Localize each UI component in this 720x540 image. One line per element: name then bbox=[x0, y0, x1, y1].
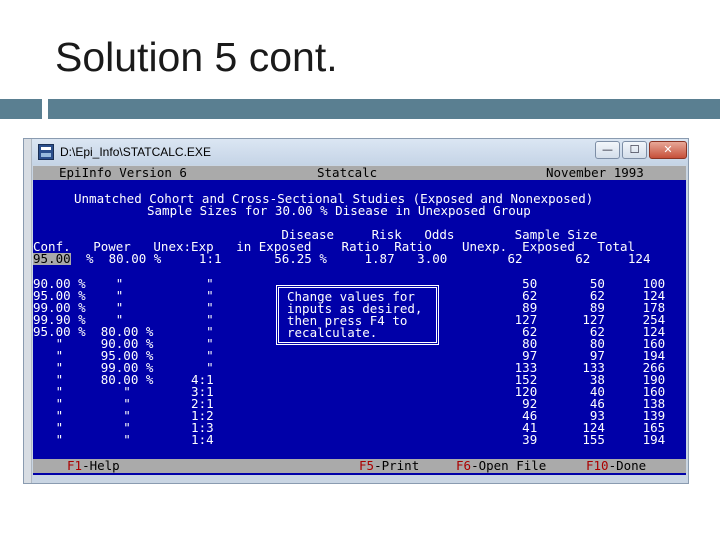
slide-title: Solution 5 cont. bbox=[55, 34, 338, 80]
message-line: recalculate. bbox=[287, 325, 378, 340]
help-key[interactable]: F1-Help bbox=[67, 458, 120, 473]
window-titlebar[interactable]: D:\Epi_Info\STATCALC.EXE — ☐ ✕ bbox=[32, 139, 688, 165]
dos-window: D:\Epi_Info\STATCALC.EXE — ☐ ✕ EpiInfo V… bbox=[23, 138, 689, 484]
done-label: -Done bbox=[608, 458, 647, 473]
accent-bar-left bbox=[0, 99, 42, 119]
f1-key-label: F1 bbox=[67, 458, 83, 473]
minimize-button[interactable]: — bbox=[595, 141, 620, 159]
function-key-bar: F1-Help F5-Print F6-Open File F10-Done bbox=[33, 459, 686, 473]
header-app: Statcalc bbox=[317, 166, 378, 180]
help-label: -Help bbox=[82, 458, 120, 473]
confidence-input[interactable]: 95.00 bbox=[33, 252, 71, 265]
f5-key-label: F5 bbox=[359, 458, 375, 473]
input-row-values[interactable]: % 80.00 % 1:1 56.25 % 1.87 3.00 62 62 12… bbox=[71, 252, 650, 265]
open-file-key[interactable]: F6-Open File bbox=[456, 458, 547, 473]
print-label: -Print bbox=[374, 458, 420, 473]
f6-key-label: F6 bbox=[456, 458, 472, 473]
close-button[interactable]: ✕ bbox=[649, 141, 687, 159]
app-icon bbox=[38, 144, 54, 160]
window-title: D:\Epi_Info\STATCALC.EXE bbox=[60, 145, 211, 159]
heading-line-2: Sample Sizes for 30.00 % Disease in Unex… bbox=[147, 203, 531, 218]
window-side-strip bbox=[24, 139, 32, 483]
console-header-bar: EpiInfo Version 6 Statcalc November 1993 bbox=[33, 166, 686, 180]
print-key[interactable]: F5-Print bbox=[359, 458, 420, 473]
maximize-button[interactable]: ☐ bbox=[622, 141, 647, 159]
message-box: Change values for inputs as desired, the… bbox=[276, 285, 439, 345]
accent-bar-right bbox=[48, 99, 720, 119]
open-file-label: -Open File bbox=[471, 458, 547, 473]
done-key[interactable]: F10-Done bbox=[586, 458, 647, 473]
header-version: EpiInfo Version 6 bbox=[59, 166, 187, 180]
f10-key-label: F10 bbox=[586, 458, 609, 473]
table-row: " " 1:4 39 155 194 bbox=[33, 432, 666, 447]
console-area: EpiInfo Version 6 Statcalc November 1993… bbox=[33, 166, 686, 475]
header-date: November 1993 bbox=[546, 166, 644, 180]
